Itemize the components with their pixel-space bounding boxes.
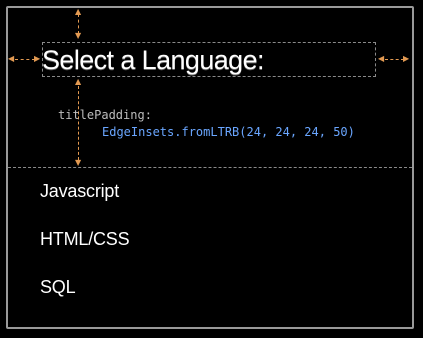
option-sql[interactable]: SQL bbox=[40, 277, 76, 298]
title-padding-value: EdgeInsets.fromLTRB(24, 24, 24, 50) bbox=[102, 125, 355, 139]
title-padding-area bbox=[8, 8, 412, 168]
dialog-title: Select a Language: bbox=[42, 45, 264, 75]
option-javascript[interactable]: Javascript bbox=[40, 181, 119, 202]
option-html-css[interactable]: HTML/CSS bbox=[40, 229, 130, 250]
simple-dialog: Select a Language: ▲ ▼ ◀ ▶ ◀ ▶ ▲ ▼ title… bbox=[6, 6, 414, 329]
title-padding-label: titlePadding: bbox=[58, 108, 152, 122]
